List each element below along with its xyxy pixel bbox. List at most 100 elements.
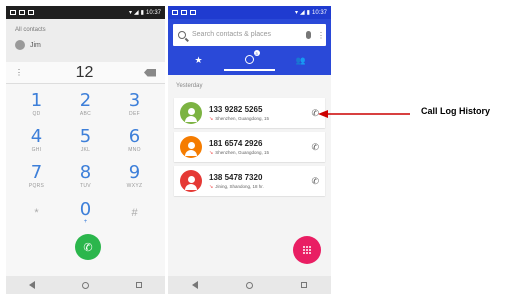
key-1[interactable]: 1 QD [12,88,61,121]
phone-icon: ✆ [83,241,93,254]
contact-suggestions: All contacts Jim [6,19,165,62]
person-icon [185,115,197,122]
status-time: 10:37 [145,9,161,16]
key-hash[interactable]: # [110,196,159,229]
phone-icon[interactable]: ✆ [311,142,319,153]
tab-bar: ★ 3 👥 [173,49,326,71]
key-letters: ABC [79,111,92,117]
dialpad-icon [303,246,311,254]
call-log-item[interactable]: 138 5478 7320 ↘ Jining, Shandong, 18 hr. … [174,166,325,196]
key-2[interactable]: 2 ABC [61,88,110,121]
key-letters: MNO [128,147,141,153]
missed-call-badge: 3 [253,50,260,56]
key-digit: 5 [79,126,92,147]
clock-icon [245,54,254,64]
overflow-menu-icon[interactable]: ⋮ [317,31,325,40]
key-digit: 6 [128,126,141,147]
call-log-item[interactable]: 133 9282 5265 ↘ Shenzhen, Guangdong, 15 ✆ [174,98,325,128]
key-letters: + [83,218,88,225]
dial-keypad: 1 QD 2 ABC 3 DEF 4 GHI 5 JKL 6 MNO 7 PQRS 8 TUV … [6,84,165,229]
notification-icon [10,10,16,15]
search-icon [178,31,186,39]
key-letters: GHI [31,147,42,153]
app-header: Search contacts & places ⋮ ★ 3 👥 [168,19,331,75]
call-location: Shenzhen, Guangdong, 15 [215,116,269,121]
tab-contacts[interactable]: 👥 [275,49,326,71]
signal-icon: ◢ [300,10,305,16]
dialer-screen: ▾ ◢ ▮ 10:37 All contacts Jim ⋮ 12 1 QD 2A… [6,6,165,294]
avatar [180,102,202,124]
status-bar: ▾ ◢ ▮ 10:37 [6,6,165,19]
key-digit: 4 [30,126,43,147]
key-symbol: # [131,206,138,219]
notification-icons [172,10,196,15]
annotation-label: Call Log History [421,106,491,116]
key-7[interactable]: 7 PQRS [12,160,61,193]
person-icon [185,149,197,156]
key-letters: QD [32,111,41,117]
key-digit: 8 [79,162,92,183]
search-bar[interactable]: Search contacts & places ⋮ [173,24,326,46]
person-icon [185,183,197,190]
section-header: Yesterday [176,83,203,89]
overflow-menu-icon[interactable]: ⋮ [15,68,25,77]
call-number: 181 6574 2926 [209,138,263,148]
key-digit: 9 [128,162,141,183]
phone-icon[interactable]: ✆ [311,176,319,187]
call-log-item[interactable]: 181 6574 2926 ↘ Shenzhen, Guangdong, 15 ✆ [174,132,325,162]
notification-icon [28,10,34,15]
home-icon[interactable] [81,281,89,289]
notification-icon [190,10,196,15]
contact-suggestion-item[interactable]: Jim [15,40,156,50]
home-icon[interactable] [246,281,253,289]
notification-icons [10,10,34,15]
person-icon [187,107,195,115]
call-location: Jining, Shandong, 18 hr. [215,184,264,189]
key-8[interactable]: 8 TUV [61,160,110,193]
back-icon[interactable] [192,281,198,289]
call-info: 133 9282 5265 ↘ Shenzhen, Guangdong, 15 [209,105,311,122]
missed-call-icon: ↘ [209,183,214,190]
call-info: 181 6574 2926 ↘ Shenzhen, Guangdong, 15 [209,139,311,156]
call-meta: ↘ Shenzhen, Guangdong, 15 [209,150,311,156]
search-input[interactable]: Search contacts & places [192,31,300,39]
person-icon [187,141,195,149]
microphone-icon[interactable] [306,31,311,39]
backspace-icon[interactable] [143,68,156,77]
key-digit: 7 [30,162,43,183]
key-0[interactable]: 0 + [61,196,110,229]
recents-icon[interactable] [301,282,307,288]
key-star[interactable]: * [12,196,61,229]
recents-icon[interactable] [135,282,142,288]
key-6[interactable]: 6 MNO [110,124,159,157]
missed-call-icon: ↘ [209,115,214,122]
missed-call-icon: ↘ [209,149,214,156]
key-4[interactable]: 4 GHI [12,124,61,157]
key-letters: JKL [80,147,91,153]
key-3[interactable]: 3 DEF [110,88,159,121]
back-icon[interactable] [29,281,36,289]
key-digit: 2 [79,90,92,111]
key-9[interactable]: 9 WXYZ [110,160,159,193]
key-symbol: * [34,206,39,219]
dial-display: ⋮ 12 [6,62,165,84]
key-digit: 3 [128,90,141,111]
all-contacts-label[interactable]: All contacts [15,27,156,33]
person-icon [187,175,195,183]
dialed-number: 12 [75,63,94,81]
star-icon: ★ [194,54,203,65]
signal-icon: ◢ [134,10,139,16]
key-digit: 0 [79,198,92,220]
key-5[interactable]: 5 JKL [61,124,110,157]
dialpad-button[interactable] [293,236,321,264]
tab-favorites[interactable]: ★ [173,49,224,71]
tab-recents[interactable]: 3 [224,49,275,71]
status-bar: ▾ ◢ ▮ 10:37 [168,6,331,19]
call-button[interactable]: ✆ [75,234,101,260]
call-meta: ↘ Jining, Shandong, 18 hr. [209,184,311,190]
avatar [180,170,202,192]
call-number: 138 5478 7320 [209,172,263,182]
notification-icon [19,10,25,15]
call-meta: ↘ Shenzhen, Guangdong, 15 [209,116,311,122]
contact-name: Jim [30,41,41,49]
